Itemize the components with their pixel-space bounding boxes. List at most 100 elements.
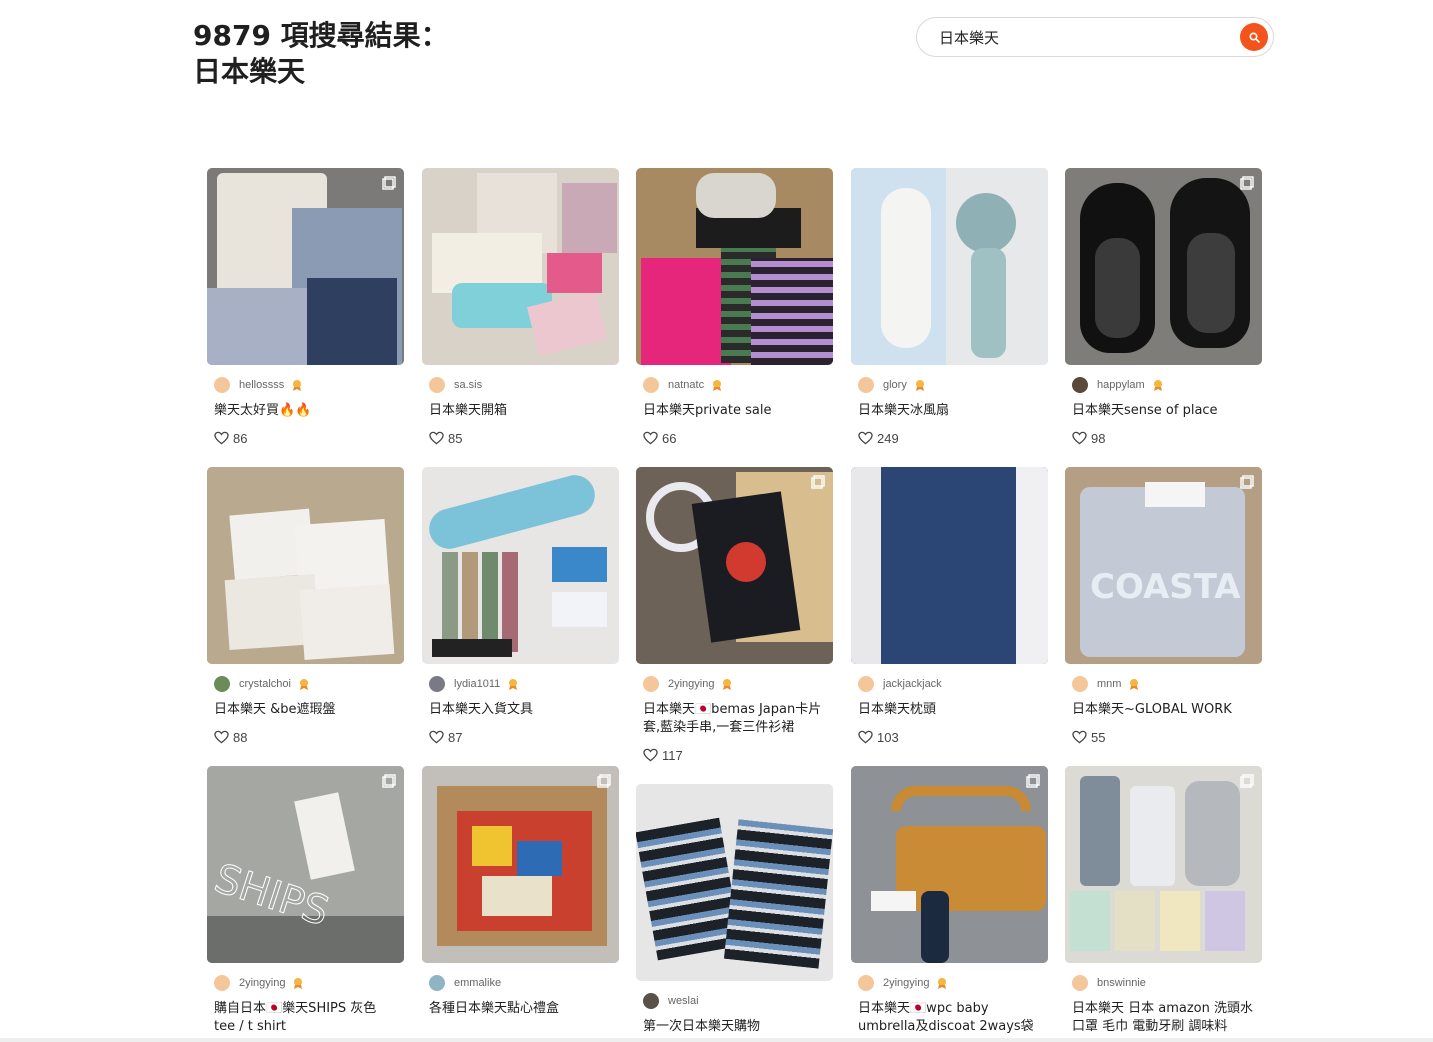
creator-badge-icon	[509, 679, 518, 690]
post-image[interactable]	[422, 168, 619, 365]
like-count[interactable]: 85	[429, 429, 612, 447]
like-count[interactable]: 117	[643, 746, 826, 764]
author-name: happylam	[1097, 379, 1145, 391]
post-title[interactable]: 樂天太好買🔥🔥	[214, 402, 397, 420]
post-title[interactable]: 日本樂天private sale	[643, 402, 826, 420]
post-card[interactable]: COASTA mnm 日本樂天~GLOBAL WORK 55	[1065, 467, 1262, 746]
multi-image-icon	[1240, 774, 1254, 788]
like-count[interactable]: 87	[429, 728, 612, 746]
post-author[interactable]: crystalchoi	[214, 675, 397, 693]
post-author[interactable]: 2yingying	[858, 974, 1041, 992]
like-number: 249	[877, 430, 899, 446]
post-title[interactable]: 日本樂天sense of place	[1072, 402, 1255, 420]
post-image[interactable]	[207, 467, 404, 664]
post-author[interactable]: sa.sis	[429, 376, 612, 394]
post-author[interactable]: 2yingying	[643, 675, 826, 693]
like-count[interactable]: 55	[1072, 728, 1255, 746]
post-author[interactable]: weslai	[643, 992, 826, 1010]
post-author[interactable]: happylam	[1072, 376, 1255, 394]
post-image[interactable]: COASTA	[1065, 467, 1262, 664]
avatar	[858, 975, 874, 991]
post-title[interactable]: 購自日本🇯🇵樂天SHIPS 灰色tee / t shirt	[214, 1000, 397, 1036]
like-number: 85	[448, 430, 463, 446]
creator-badge-icon	[293, 380, 302, 391]
like-number: 88	[233, 729, 248, 745]
post-image[interactable]	[1065, 766, 1262, 963]
post-author[interactable]: emmalike	[429, 974, 612, 992]
post-card[interactable]: weslai 第一次日本樂天購物	[636, 784, 833, 1036]
post-title[interactable]: 日本樂天🇯🇵bemas Japan卡片套,藍染手串,一套三件衫裙	[643, 701, 826, 737]
post-image[interactable]	[207, 168, 404, 365]
post-image[interactable]	[851, 766, 1048, 963]
heart-icon	[214, 431, 229, 445]
post-card[interactable]: lydia1011 日本樂天入貨文具 87	[422, 467, 619, 746]
avatar	[858, 676, 874, 692]
search-input[interactable]	[939, 27, 1229, 47]
post-card[interactable]: 2yingying 日本樂天🇯🇵bemas Japan卡片套,藍染手串,一套三件…	[636, 467, 833, 764]
post-title[interactable]: 各種日本樂天點心禮盒	[429, 1000, 612, 1018]
post-title[interactable]: 第一次日本樂天購物	[643, 1018, 826, 1036]
like-count[interactable]: 66	[643, 429, 826, 447]
avatar	[429, 676, 445, 692]
post-image[interactable]	[636, 784, 833, 981]
post-image[interactable]	[422, 766, 619, 963]
post-title[interactable]: 日本樂天入貨文具	[429, 701, 612, 719]
post-author[interactable]: mnm	[1072, 675, 1255, 693]
post-author[interactable]: 2yingying	[214, 974, 397, 992]
like-number: 117	[662, 747, 683, 763]
author-name: 2yingying	[883, 977, 930, 989]
creator-badge-icon	[1153, 380, 1162, 391]
post-author[interactable]: natnatc	[643, 376, 826, 394]
post-card[interactable]: 2yingying 日本樂天🇯🇵wpc baby umbrella及discoa…	[851, 766, 1048, 1036]
post-card[interactable]: happylam 日本樂天sense of place 98	[1065, 168, 1262, 447]
post-title[interactable]: 日本樂天🇯🇵wpc baby umbrella及discoat 2ways袋	[858, 1000, 1041, 1036]
post-card[interactable]: bnswinnie 日本樂天 日本 amazon 洗頭水 口罩 毛巾 電動牙刷 …	[1065, 766, 1262, 1036]
post-card[interactable]: glory 日本樂天冰風扇 249	[851, 168, 1048, 447]
creator-badge-icon	[723, 679, 732, 690]
creator-badge-icon	[938, 978, 947, 989]
author-name: emmalike	[454, 977, 502, 989]
post-author[interactable]: lydia1011	[429, 675, 612, 693]
post-image[interactable]	[422, 467, 619, 664]
post-title[interactable]: 日本樂天 日本 amazon 洗頭水 口罩 毛巾 電動牙刷 調味料	[1072, 1000, 1255, 1036]
grid-column: sa.sis 日本樂天開箱 85 lydia1011 日本樂天入貨文具 87 e…	[422, 168, 619, 1018]
like-count[interactable]: 249	[858, 429, 1041, 447]
creator-badge-icon	[294, 978, 303, 989]
post-image[interactable]: SHIPS	[207, 766, 404, 963]
post-title[interactable]: 日本樂天 &be遮瑕盤	[214, 701, 397, 719]
heart-icon	[858, 730, 873, 744]
heart-icon	[643, 431, 658, 445]
post-author[interactable]: jackjackjack	[858, 675, 1041, 693]
author-name: lydia1011	[454, 678, 501, 690]
like-count[interactable]: 98	[1072, 429, 1255, 447]
like-count[interactable]: 88	[214, 728, 397, 746]
post-card[interactable]: hellossss 樂天太好買🔥🔥 86	[207, 168, 404, 447]
multi-image-icon	[597, 774, 611, 788]
post-card[interactable]: sa.sis 日本樂天開箱 85	[422, 168, 619, 447]
post-title[interactable]: 日本樂天~GLOBAL WORK	[1072, 701, 1255, 719]
post-title[interactable]: 日本樂天冰風扇	[858, 402, 1041, 420]
post-image[interactable]	[636, 467, 833, 664]
post-card[interactable]: crystalchoi 日本樂天 &be遮瑕盤 88	[207, 467, 404, 746]
like-count[interactable]: 86	[214, 429, 397, 447]
post-image[interactable]	[636, 168, 833, 365]
author-name: sa.sis	[454, 379, 483, 391]
post-image[interactable]	[851, 467, 1048, 664]
multi-image-icon	[382, 774, 396, 788]
search-button[interactable]	[1240, 23, 1268, 51]
heart-icon	[643, 748, 658, 762]
creator-badge-icon	[299, 679, 308, 690]
post-image[interactable]	[851, 168, 1048, 365]
post-card[interactable]: emmalike 各種日本樂天點心禮盒	[422, 766, 619, 1018]
post-title[interactable]: 日本樂天枕頭	[858, 701, 1041, 719]
post-image[interactable]	[1065, 168, 1262, 365]
post-card[interactable]: natnatc 日本樂天private sale 66	[636, 168, 833, 447]
like-count[interactable]: 103	[858, 728, 1041, 746]
post-title[interactable]: 日本樂天開箱	[429, 402, 612, 420]
post-card[interactable]: SHIPS 2yingying 購自日本🇯🇵樂天SHIPS 灰色tee / t …	[207, 766, 404, 1036]
post-author[interactable]: bnswinnie	[1072, 974, 1255, 992]
post-author[interactable]: hellossss	[214, 376, 397, 394]
post-card[interactable]: jackjackjack 日本樂天枕頭 103	[851, 467, 1048, 746]
heart-icon	[429, 730, 444, 744]
post-author[interactable]: glory	[858, 376, 1041, 394]
